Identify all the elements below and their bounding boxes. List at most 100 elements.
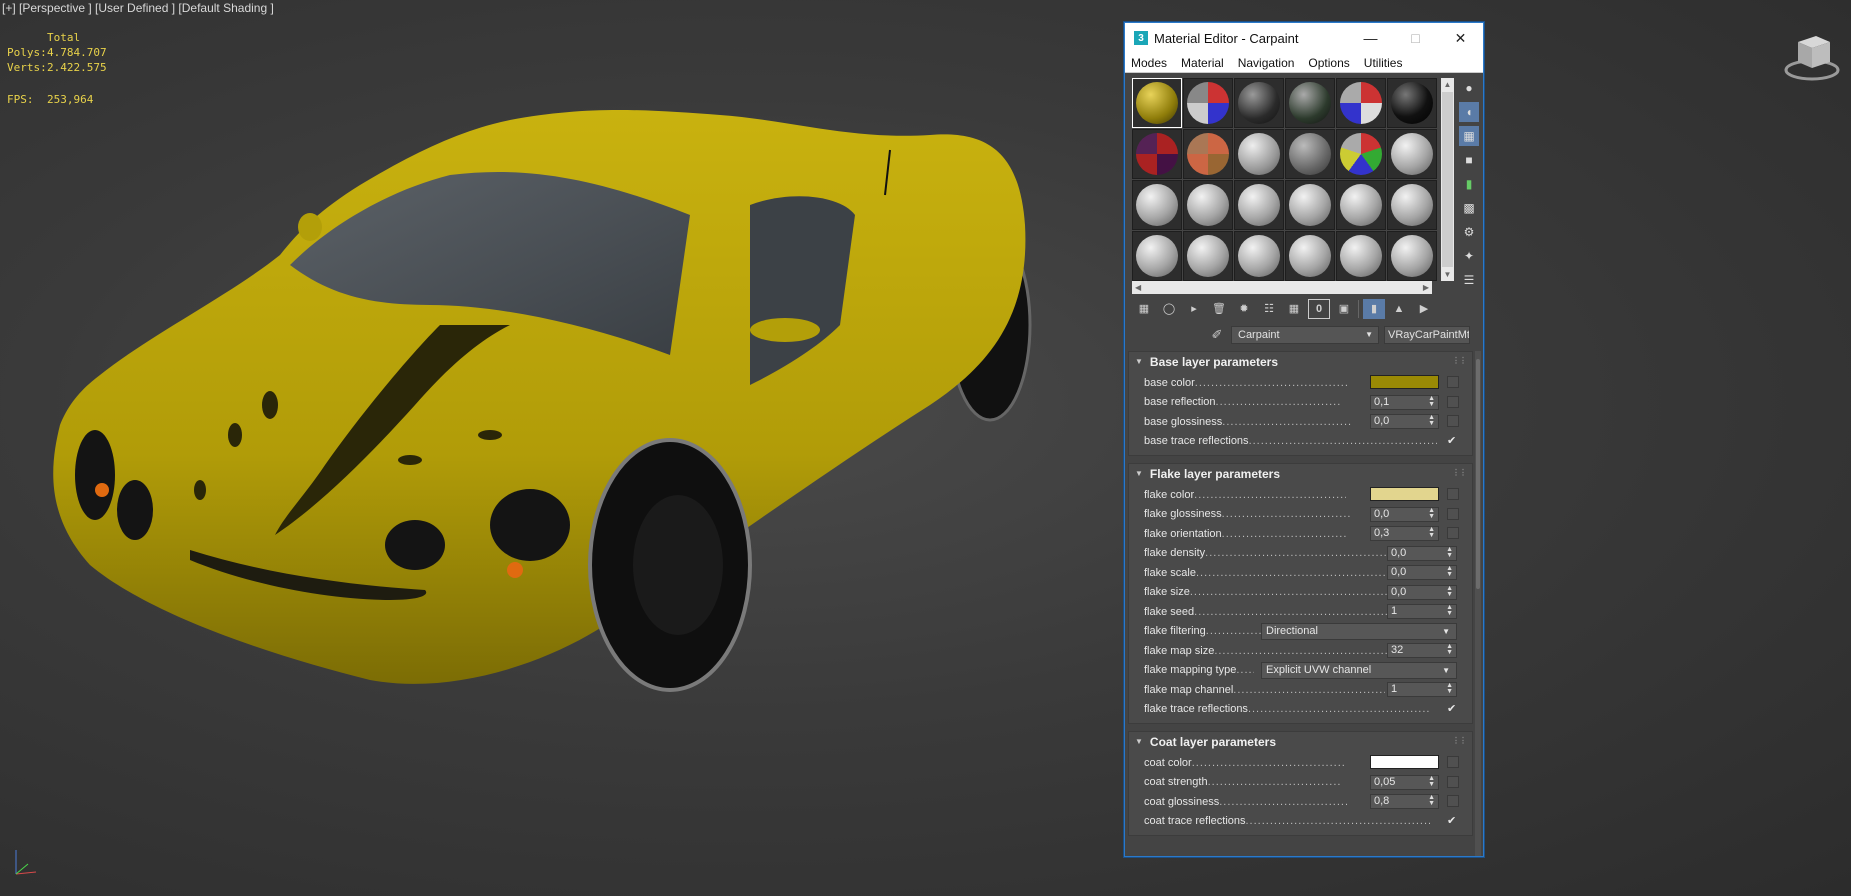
flake-glossiness-spinner[interactable]: 0,0 ▲ ▼ <box>1370 506 1439 522</box>
scroll-down-icon[interactable]: ▼ <box>1441 268 1454 281</box>
base-color-map-button[interactable] <box>1447 376 1459 388</box>
base-glossiness-spinner[interactable]: 0,0 ▲ ▼ <box>1370 414 1439 429</box>
put-to-scene-icon[interactable]: ◯ <box>1158 299 1180 319</box>
assign-to-selection-icon[interactable]: ▸ <box>1183 299 1205 319</box>
put-to-library-icon[interactable]: ▦ <box>1283 299 1305 319</box>
go-to-parent-icon[interactable]: ▲ <box>1388 299 1410 319</box>
material-slot[interactable] <box>1336 231 1386 281</box>
base-layer-header[interactable]: ▼ Base layer parameters ⋮⋮ <box>1129 352 1472 371</box>
flake-seed-spinner[interactable]: 1 ▲ ▼ <box>1387 604 1457 619</box>
title-bar[interactable]: 3 Material Editor - Carpaint — □ ✕ <box>1125 23 1483 53</box>
flake-trace-reflections-checkbox[interactable]: ✔ <box>1447 702 1456 715</box>
coat-color-swatch[interactable] <box>1370 755 1439 769</box>
material-slot[interactable] <box>1183 78 1233 128</box>
slots-horizontal-scrollbar[interactable]: ◀ ▶ <box>1132 281 1432 294</box>
material-id-channel-icon[interactable]: 0 <box>1308 298 1330 319</box>
flake-orientation-map-button[interactable] <box>1447 527 1459 539</box>
material-slot[interactable] <box>1285 129 1335 179</box>
flake-layer-header[interactable]: ▼ Flake layer parameters ⋮⋮ <box>1129 464 1472 483</box>
flake-mapping-type-dropdown[interactable]: Explicit UVW channel ▼ <box>1261 661 1457 679</box>
material-slot[interactable] <box>1183 180 1233 230</box>
viewport-label[interactable]: [+] [Perspective ] [User Defined ] [Defa… <box>0 0 276 16</box>
sample-uv-tiling-icon[interactable]: ■ <box>1459 150 1479 170</box>
material-slot[interactable] <box>1183 129 1233 179</box>
material-slot[interactable] <box>1336 180 1386 230</box>
get-material-icon[interactable]: ▦ <box>1133 299 1155 319</box>
material-slot[interactable] <box>1234 231 1284 281</box>
coat-strength-map-button[interactable] <box>1447 775 1459 788</box>
minimize-button[interactable]: — <box>1348 23 1393 53</box>
base-reflection-spinner[interactable]: 0,1 ▲ ▼ <box>1370 394 1439 410</box>
video-color-check-icon[interactable]: ▮ <box>1459 174 1479 194</box>
material-slot[interactable] <box>1387 78 1437 128</box>
options-icon[interactable]: ⚙ <box>1459 222 1479 242</box>
scroll-up-icon[interactable]: ▲ <box>1441 78 1454 91</box>
slots-vertical-scrollbar[interactable]: ▲ ▼ <box>1441 78 1454 281</box>
flake-orientation-spinner[interactable]: 0,3 ▲ ▼ <box>1370 526 1439 541</box>
show-end-result-icon[interactable]: ▮ <box>1363 298 1385 319</box>
material-slot[interactable] <box>1387 231 1437 281</box>
flake-density-spinner[interactable]: 0,0 ▲ ▼ <box>1387 545 1457 561</box>
base-glossiness-map-button[interactable] <box>1447 415 1459 427</box>
sample-type-icon[interactable]: ● <box>1459 78 1479 98</box>
material-slot[interactable] <box>1387 129 1437 179</box>
material-slot[interactable] <box>1234 180 1284 230</box>
scroll-thumb[interactable] <box>1442 92 1453 267</box>
make-copy-icon[interactable]: ✹ <box>1233 299 1255 319</box>
pick-material-eyedropper-icon[interactable]: ✐ <box>1207 327 1227 343</box>
material-slot[interactable] <box>1336 129 1386 179</box>
show-shaded-material-icon[interactable]: ▣ <box>1333 299 1355 319</box>
coat-strength-spinner[interactable]: 0,05 ▲ ▼ <box>1370 774 1439 790</box>
material-slot[interactable] <box>1285 180 1335 230</box>
coat-glossiness-map-button[interactable] <box>1447 795 1459 807</box>
material-slot[interactable] <box>1336 78 1386 128</box>
flake-map-channel-spinner[interactable]: 1 ▲ ▼ <box>1387 682 1457 697</box>
material-slot[interactable] <box>1234 129 1284 179</box>
coat-glossiness-spinner[interactable]: 0,8 ▲ ▼ <box>1370 794 1439 809</box>
select-by-material-icon[interactable]: ✦ <box>1459 246 1479 266</box>
close-button[interactable]: ✕ <box>1438 23 1483 53</box>
menu-material[interactable]: Material <box>1181 56 1224 70</box>
reset-map-icon[interactable]: 🗑 <box>1208 299 1230 319</box>
make-unique-icon[interactable]: ☷ <box>1258 299 1280 319</box>
flake-glossiness-map-button[interactable] <box>1447 507 1459 520</box>
material-slot[interactable] <box>1387 180 1437 230</box>
coat-color-map-button[interactable] <box>1447 756 1459 768</box>
material-slot[interactable] <box>1132 129 1182 179</box>
menu-utilities[interactable]: Utilities <box>1364 56 1403 70</box>
material-name-field[interactable]: Carpaint ▼ <box>1231 326 1379 344</box>
background-checker-icon[interactable]: ▦ <box>1459 126 1479 146</box>
material-slot[interactable] <box>1132 231 1182 281</box>
rollout-scrollbar[interactable] <box>1475 351 1481 856</box>
viewcube[interactable] <box>1780 30 1840 85</box>
flake-color-map-button[interactable] <box>1447 488 1459 500</box>
flake-color-swatch[interactable] <box>1370 487 1439 501</box>
coat-layer-header[interactable]: ▼ Coat layer parameters ⋮⋮ <box>1129 732 1472 751</box>
go-forward-to-sibling-icon[interactable]: ▶ <box>1413 299 1435 319</box>
material-slot[interactable] <box>1285 78 1335 128</box>
maximize-button[interactable]: □ <box>1393 23 1438 53</box>
flake-map-size-spinner[interactable]: 32 ▲ ▼ <box>1387 643 1457 658</box>
flake-size-spinner[interactable]: 0,0 ▲ ▼ <box>1387 584 1457 600</box>
material-type-button[interactable]: VRayCarPaintMtl <box>1384 326 1470 344</box>
backlight-icon[interactable]: ◖ <box>1459 102 1479 122</box>
material-slot[interactable] <box>1132 78 1182 128</box>
rollout-scroll-thumb[interactable] <box>1476 359 1480 589</box>
menu-modes[interactable]: Modes <box>1131 56 1167 70</box>
material-map-navigator-icon[interactable]: ☰ <box>1459 270 1479 290</box>
car-model[interactable] <box>30 95 1040 715</box>
menu-options[interactable]: Options <box>1308 56 1349 70</box>
material-editor-window[interactable]: 3 Material Editor - Carpaint — □ ✕ Modes… <box>1124 22 1484 857</box>
base-reflection-map-button[interactable] <box>1447 395 1459 408</box>
flake-scale-spinner[interactable]: 0,0 ▲ ▼ <box>1387 565 1457 580</box>
menu-navigation[interactable]: Navigation <box>1238 56 1295 70</box>
scroll-left-icon[interactable]: ◀ <box>1135 283 1141 292</box>
material-slot[interactable] <box>1132 180 1182 230</box>
base-color-swatch[interactable] <box>1370 375 1439 389</box>
flake-filtering-dropdown[interactable]: Directional ▼ <box>1261 622 1457 640</box>
material-slot[interactable] <box>1285 231 1335 281</box>
make-preview-icon[interactable]: ▩ <box>1459 198 1479 218</box>
material-slot[interactable] <box>1183 231 1233 281</box>
scroll-right-icon[interactable]: ▶ <box>1423 283 1429 292</box>
coat-trace-reflections-checkbox[interactable]: ✔ <box>1447 814 1456 827</box>
